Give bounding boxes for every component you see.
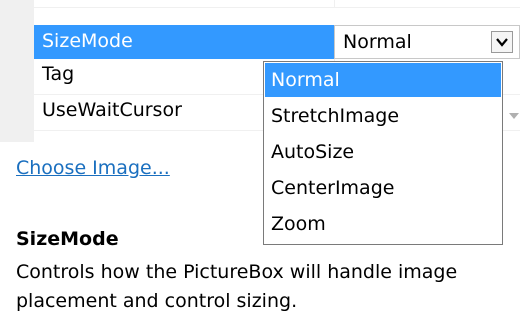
property-row-partial[interactable] — [34, 0, 520, 8]
description-title: SizeMode — [16, 228, 119, 250]
dropdown-option-zoom[interactable]: Zoom — [265, 207, 501, 241]
dropdown-option-autosize[interactable]: AutoSize — [265, 135, 501, 169]
property-name: Tag — [42, 63, 75, 85]
scroll-down-arrow-icon[interactable] — [509, 113, 519, 119]
column-separator — [334, 0, 335, 7]
property-grid-gutter — [0, 0, 34, 142]
property-value: Normal — [343, 31, 412, 53]
property-row-sizemode[interactable]: SizeMode Normal — [34, 25, 520, 59]
dropdown-button[interactable] — [491, 31, 513, 53]
property-name: UseWaitCursor — [42, 99, 182, 121]
description-text: Controls how the PictureBox will handle … — [16, 261, 458, 312]
choose-image-link[interactable]: Choose Image... — [16, 157, 170, 179]
sizemode-value-combobox[interactable]: Normal — [334, 25, 520, 59]
dropdown-option-stretchimage[interactable]: StretchImage — [265, 99, 501, 133]
sizemode-dropdown-list: Normal StretchImage AutoSize CenterImage… — [263, 61, 503, 245]
property-name: SizeMode — [42, 30, 133, 52]
chevron-down-icon — [496, 38, 508, 47]
dropdown-option-centerimage[interactable]: CenterImage — [265, 171, 501, 205]
dropdown-option-normal[interactable]: Normal — [265, 63, 501, 97]
